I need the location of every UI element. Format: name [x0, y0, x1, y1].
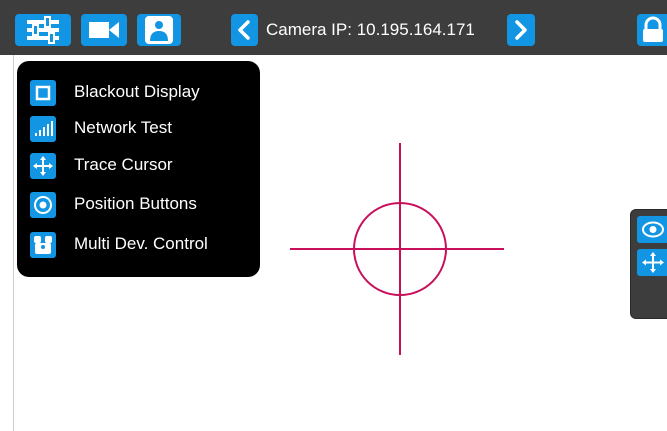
video-camera-icon	[89, 22, 119, 38]
menu-item-position-buttons[interactable]: Position Buttons	[30, 192, 255, 218]
camera-button[interactable]	[81, 14, 127, 46]
lock-icon	[643, 16, 663, 42]
chevron-left-icon	[238, 20, 250, 40]
user-icon	[145, 16, 173, 44]
crosshair-target	[290, 143, 504, 355]
menu-item-trace-cursor[interactable]: Trace Cursor	[30, 153, 255, 179]
menu-item-label: Position Buttons	[74, 194, 197, 213]
menu-item-label: Network Test	[74, 118, 172, 137]
settings-button[interactable]	[15, 14, 71, 46]
menu-item-label: Trace Cursor	[74, 155, 173, 174]
target-circle-icon	[30, 192, 56, 218]
menu-item-blackout-display[interactable]: Blackout Display	[30, 80, 255, 106]
signal-bars-icon	[30, 116, 56, 142]
settings-sliders-icon	[27, 16, 59, 44]
menu-item-multi-dev-control[interactable]: Multi Dev. Control	[30, 232, 255, 258]
menu-item-network-test[interactable]: Network Test	[30, 116, 255, 142]
eye-button[interactable]	[637, 216, 667, 243]
options-menu: Blackout Display Network Test Trace Curs…	[17, 61, 260, 277]
multi-device-icon	[30, 232, 56, 258]
chevron-right-icon	[515, 20, 527, 40]
lock-button[interactable]	[637, 14, 667, 46]
move-button[interactable]	[637, 249, 667, 276]
menu-item-label: Multi Dev. Control	[74, 234, 208, 253]
camera-ip-label: Camera IP: 10.195.164.171	[266, 20, 475, 39]
move-arrows-icon	[30, 153, 56, 179]
side-control-panel	[630, 209, 667, 319]
viewport-left-border	[13, 55, 14, 431]
menu-item-label: Blackout Display	[74, 82, 200, 101]
eye-icon	[642, 221, 664, 238]
square-icon	[30, 80, 56, 106]
next-camera-button[interactable]	[507, 14, 535, 46]
user-button[interactable]	[137, 14, 181, 46]
previous-camera-button[interactable]	[231, 14, 258, 46]
top-toolbar: Camera IP: 10.195.164.171	[0, 0, 667, 55]
move-arrows-icon	[642, 252, 664, 273]
